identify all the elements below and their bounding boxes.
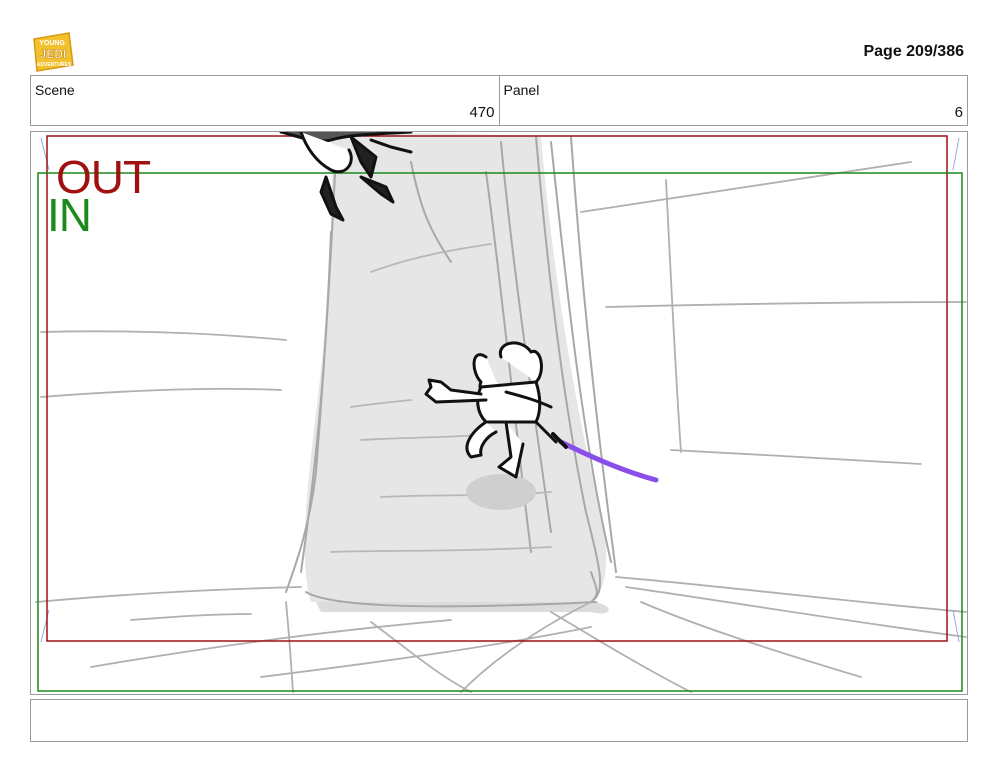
scene-panel-info: Scene 470 Panel 6 bbox=[30, 75, 968, 126]
show-logo-icon: YOUNG JEDI ADVENTURES bbox=[31, 31, 74, 73]
panel-notes-box bbox=[30, 699, 968, 742]
svg-text:JEDI: JEDI bbox=[40, 47, 67, 61]
panel-cell: Panel 6 bbox=[498, 76, 968, 125]
storyboard-sketch bbox=[35, 132, 967, 693]
storyboard-frame: OUT IN bbox=[30, 131, 968, 695]
in-frame-label: IN bbox=[47, 189, 92, 241]
svg-text:ADVENTURES: ADVENTURES bbox=[37, 62, 72, 68]
scene-cell: Scene 470 bbox=[31, 76, 499, 125]
svg-text:YOUNG: YOUNG bbox=[39, 40, 65, 47]
panel-value: 6 bbox=[954, 104, 963, 121]
page-number: Page 209/386 bbox=[863, 43, 964, 60]
panel-label: Panel bbox=[503, 82, 540, 98]
scene-value: 470 bbox=[469, 104, 495, 121]
scene-label: Scene bbox=[35, 82, 75, 98]
